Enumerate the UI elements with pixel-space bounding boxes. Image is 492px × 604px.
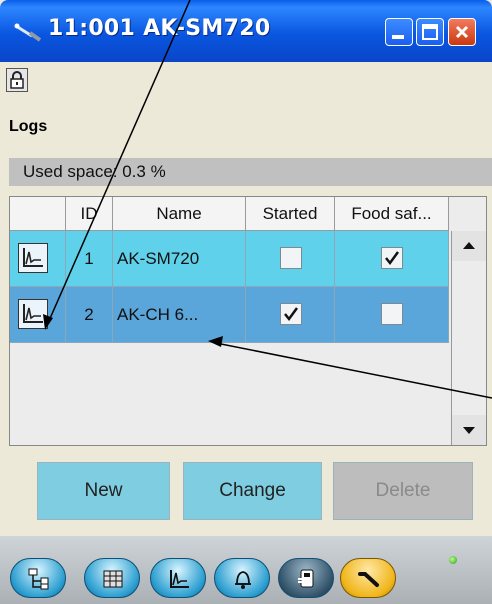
logs-table: ID Name Started Food saf... 1 AK-SM720 2… [9,196,487,446]
vertical-scrollbar[interactable] [451,231,486,445]
calendar-grid-icon [103,570,123,588]
section-title: Logs [9,118,48,135]
table-header: ID Name Started Food saf... [10,197,449,231]
id-cell: 2 [66,287,113,343]
graph-cell [10,231,66,287]
arrow-up-icon [463,242,475,249]
probe-icon [14,23,42,42]
column-header-id[interactable]: ID [66,197,113,231]
title-bar[interactable]: 11:001 AK-SM720 [0,0,492,62]
new-button[interactable]: New [37,462,170,520]
window-title: 11:001 AK-SM720 [48,16,271,41]
close-button[interactable] [448,18,476,46]
graph-cell [10,287,66,343]
close-icon [455,25,469,39]
open-graph-button[interactable] [18,243,48,273]
padlock-icon [10,71,24,89]
delete-button[interactable]: Delete [333,462,473,520]
table-empty-area [10,343,449,445]
column-header-name[interactable]: Name [113,197,246,231]
graph-icon [23,304,43,323]
checkmark-icon [284,307,299,322]
nav-graph-button[interactable] [150,558,206,598]
started-cell [246,287,335,343]
graph-icon [170,570,189,588]
arrow-down-icon [463,427,475,434]
nav-device-button[interactable] [278,558,334,598]
open-graph-button[interactable] [18,299,48,329]
table-row[interactable]: 2 AK-CH 6... [10,287,449,343]
network-icon [28,568,49,590]
change-button[interactable]: Change [183,462,322,520]
nav-service-button[interactable] [340,558,396,598]
id-cell: 1 [66,231,113,287]
food-safety-checkbox[interactable] [381,247,403,269]
graph-icon [23,248,43,267]
nav-alarm-button[interactable] [214,558,270,598]
alarm-bell-icon [235,571,251,589]
app-window: 11:001 AK-SM720 Logs Used space: 0.3 % I… [0,0,492,604]
scroll-down-button[interactable] [452,415,486,445]
food-safety-cell [335,287,449,343]
device-icon [298,569,314,588]
scroll-up-button[interactable] [452,231,486,261]
lock-button[interactable] [6,68,28,92]
started-checkbox[interactable] [280,303,302,325]
maximize-button[interactable] [416,18,444,46]
nav-calendar-button[interactable] [84,558,140,598]
started-checkbox[interactable] [280,247,302,269]
minimize-icon [392,35,404,39]
column-header-graph[interactable] [10,197,66,231]
name-cell: AK-SM720 [113,231,246,287]
nav-network-button[interactable] [10,558,66,598]
table-row[interactable]: 1 AK-SM720 [10,231,449,287]
column-header-started[interactable]: Started [246,197,335,231]
maximize-icon [422,24,438,40]
used-space-bar: Used space: 0.3 % [9,158,492,186]
service-wrench-icon [358,572,379,587]
column-header-food-safety[interactable]: Food saf... [335,197,449,231]
started-cell [246,231,335,287]
food-safety-cell [335,231,449,287]
checkmark-icon [385,251,400,266]
status-led [449,556,457,564]
food-safety-checkbox[interactable] [381,303,403,325]
name-cell: AK-CH 6... [113,287,246,343]
minimize-button[interactable] [385,18,413,46]
